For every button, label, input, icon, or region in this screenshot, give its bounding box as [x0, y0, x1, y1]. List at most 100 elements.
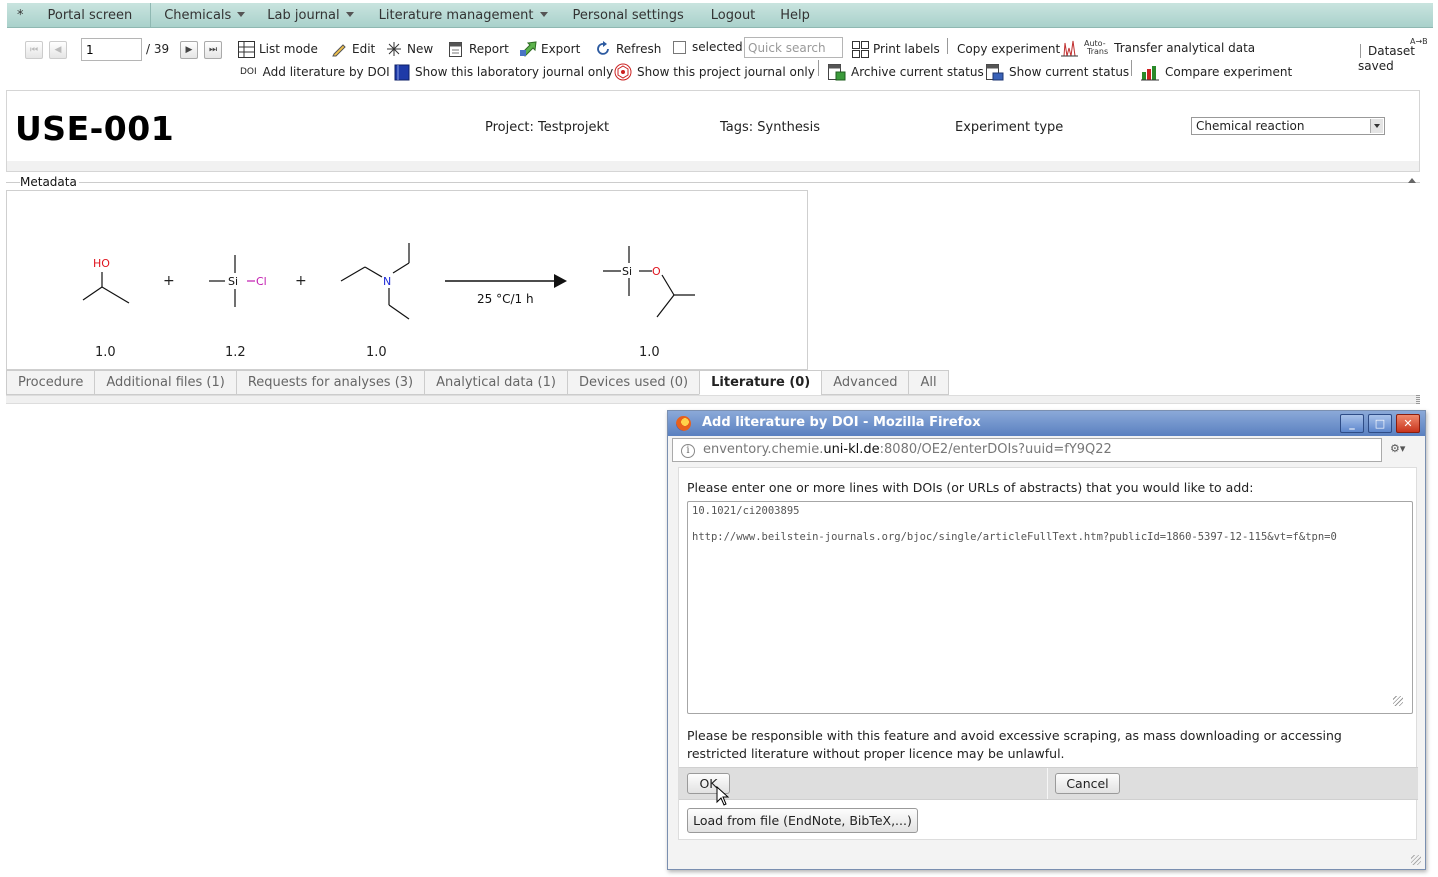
collapse-up-icon[interactable] — [1408, 178, 1416, 183]
auto-trans-button[interactable]: Auto- Trans Transfer analytical data — [1060, 38, 1255, 58]
show-status-button[interactable]: Show current status — [985, 62, 1129, 82]
doi-icon: DOI — [240, 67, 257, 77]
list-mode-label: List mode — [259, 42, 318, 56]
silicon-label: Si — [622, 265, 632, 278]
experiment-code: USE-001 — [15, 109, 175, 148]
selected-label: selected — [692, 40, 743, 54]
menu-logout[interactable]: Logout — [695, 3, 767, 28]
resize-grip-icon[interactable] — [1393, 696, 1403, 706]
doi-textarea[interactable]: 10.1021/ci2003895 http://www.beilstein-j… — [687, 501, 1413, 714]
toolbar-separator — [818, 60, 819, 76]
selected-checkbox[interactable] — [673, 40, 686, 54]
plus-sign: + — [163, 273, 175, 289]
show-project-journal-button[interactable]: Show this project journal only — [614, 62, 815, 82]
menu-help[interactable]: Help — [766, 3, 821, 28]
menu-personal-settings[interactable]: Personal settings — [559, 3, 695, 28]
plus-sign: + — [295, 273, 307, 289]
equivalent-4: 1.0 — [639, 345, 660, 360]
menu-star[interactable]: * — [7, 3, 34, 28]
product-tms-ether — [603, 246, 695, 318]
menu-chemicals-label: Chemicals — [164, 7, 232, 23]
scraping-disclaimer: Please be responsible with this feature … — [687, 728, 1342, 761]
prev-page-button[interactable]: ◀ — [49, 41, 67, 59]
reaction-drawing: HO + Si Cl + N 25 °C/1 h Si O — [82, 243, 695, 320]
tab-procedure[interactable]: Procedure — [6, 370, 95, 395]
tab-advanced[interactable]: Advanced — [821, 370, 909, 395]
dialog-button-row: OK Cancel — [679, 767, 1418, 800]
project-gear-icon — [614, 63, 632, 81]
tags-label: Tags: Synthesis — [720, 120, 820, 135]
last-page-button[interactable]: ⏭ — [204, 41, 222, 59]
reaction-scheme: HO + Si Cl + N 25 °C/1 h Si O 1.0 1.2 1.… — [6, 190, 808, 370]
tab-analytical-data[interactable]: Analytical data (1) — [424, 370, 567, 395]
export-button[interactable]: Export — [520, 39, 580, 59]
new-label: New — [407, 42, 434, 56]
refresh-icon — [595, 41, 611, 57]
metadata-label[interactable]: Metadata — [20, 175, 79, 189]
new-button[interactable]: New — [386, 39, 433, 59]
equivalent-3: 1.0 — [366, 345, 387, 360]
compare-chart-icon — [1141, 63, 1160, 81]
mouse-cursor-icon — [716, 786, 730, 806]
toolbar-separator — [1131, 60, 1132, 76]
refresh-button[interactable]: Refresh — [595, 39, 661, 59]
compare-experiment-label: Compare experiment — [1165, 65, 1293, 79]
popup-titlebar[interactable]: Add literature by DOI - Mozilla Firefox … — [668, 411, 1425, 436]
metadata-divider — [6, 182, 1420, 183]
menu-portal-screen[interactable]: Portal screen — [34, 2, 152, 28]
experiment-type-value: Chemical reaction — [1196, 119, 1305, 133]
load-from-file-button[interactable]: Load from file (EndNote, BibTeX,...) — [687, 808, 918, 833]
menu-lab-journal[interactable]: Lab journal — [256, 3, 364, 28]
first-page-button[interactable]: ⏮ — [25, 41, 43, 59]
tab-additional-files[interactable]: Additional files (1) — [94, 370, 236, 395]
popup-title: Add literature by DOI - Mozilla Firefox — [702, 415, 981, 430]
list-grid-icon — [238, 41, 255, 58]
auto-trans-bottom: Trans — [1087, 47, 1109, 56]
add-literature-popup: Add literature by DOI - Mozilla Firefox … — [667, 410, 1426, 870]
tab-devices-used[interactable]: Devices used (0) — [566, 370, 700, 395]
page-number-input[interactable] — [81, 38, 142, 61]
reaction-arrow — [445, 274, 567, 288]
tab-literature[interactable]: Literature (0) — [699, 370, 822, 395]
pdf-archive-icon — [827, 63, 846, 81]
toolbar: ⏮ ◀ / 39 ▶ ⏭ List mode Edit New Report E… — [0, 34, 1438, 86]
firefox-icon — [676, 416, 691, 431]
info-icon[interactable]: i — [681, 444, 695, 458]
resize-grip-icon[interactable] — [1411, 855, 1421, 865]
next-page-button[interactable]: ▶ — [180, 41, 198, 59]
tab-requests-for-analyses[interactable]: Requests for analyses (3) — [235, 370, 425, 395]
selected-checkbox-group[interactable]: selected — [673, 37, 743, 57]
resize-grip-icon[interactable] — [1416, 395, 1420, 404]
cancel-button[interactable]: Cancel — [1055, 773, 1120, 794]
menu-chemicals[interactable]: Chemicals — [151, 3, 256, 28]
dataset-status: Dataset saved — [1358, 44, 1415, 74]
show-project-journal-label: Show this project journal only — [637, 65, 815, 79]
pdf-view-icon — [985, 63, 1004, 81]
menu-literature-management[interactable]: Literature management — [365, 3, 559, 28]
url-bar[interactable]: i enventory.chemie.uni-kl.de:8080/OE2/en… — [672, 438, 1382, 462]
chevron-down-icon — [237, 11, 246, 17]
close-button[interactable]: ✕ — [1396, 414, 1420, 433]
experiment-type-select[interactable]: Chemical reaction — [1191, 117, 1385, 135]
archive-status-button[interactable]: Archive current status — [827, 62, 984, 82]
maximize-button[interactable]: □ — [1368, 414, 1392, 433]
tab-all[interactable]: All — [908, 370, 949, 395]
edit-button[interactable]: Edit — [331, 39, 375, 59]
chevron-down-icon — [345, 11, 354, 17]
print-labels-button[interactable]: Print labels — [852, 39, 940, 59]
url-tools[interactable]: ⚙▾ — [1390, 442, 1418, 458]
url-host: uni-kl.de — [823, 442, 880, 457]
dataset-status-line2: saved — [1358, 59, 1394, 73]
compare-experiment-button[interactable]: Compare experiment — [1141, 62, 1292, 82]
sparkle-icon — [386, 41, 402, 57]
list-mode-button[interactable]: List mode — [238, 39, 318, 59]
quick-search-input[interactable] — [744, 37, 843, 58]
reactant-isopropanol — [82, 272, 130, 304]
report-button[interactable]: Report — [448, 39, 509, 59]
copy-experiment-button[interactable]: Copy experiment — [957, 39, 1060, 59]
minimize-button[interactable]: _ — [1340, 414, 1364, 433]
add-literature-doi-button[interactable]: DOI Add literature by DOI — [240, 62, 390, 82]
print-labels-label: Print labels — [873, 42, 940, 56]
show-lab-journal-button[interactable]: Show this laboratory journal only — [394, 62, 613, 82]
puzzle-icon: ⚙ — [1390, 442, 1400, 455]
